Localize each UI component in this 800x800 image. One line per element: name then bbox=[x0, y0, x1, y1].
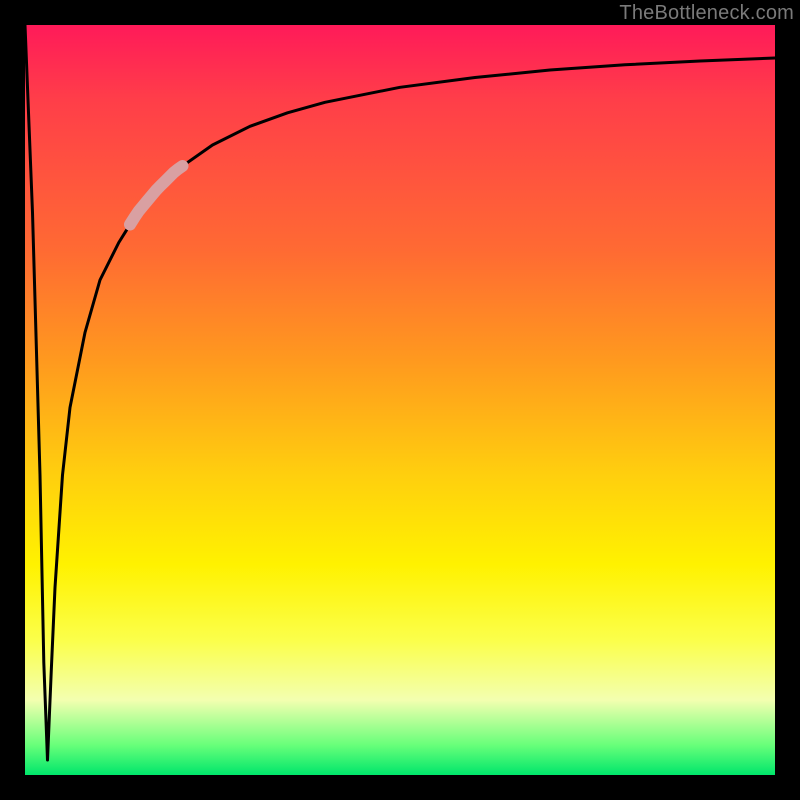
watermark-label: TheBottleneck.com bbox=[619, 2, 794, 25]
chart-frame: TheBottleneck.com bbox=[0, 0, 800, 800]
highlight-layer bbox=[25, 25, 775, 775]
plot-area bbox=[25, 25, 775, 775]
highlight-path bbox=[130, 166, 183, 225]
